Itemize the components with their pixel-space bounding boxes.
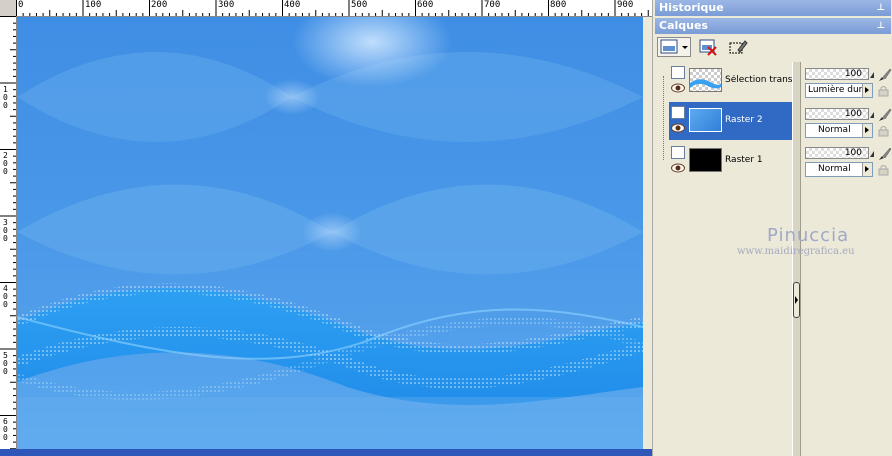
layer-name[interactable]: Raster 2 [725, 115, 793, 125]
raster-layer-icon [671, 66, 685, 79]
layer-thumbnail [689, 108, 722, 132]
canvas-bottom-edge [0, 449, 652, 456]
dropdown-arrow-icon[interactable] [862, 84, 872, 97]
layer-row-raster-1[interactable]: Raster 1 [669, 142, 793, 180]
ruler-label: 800 [550, 0, 567, 10]
blend-mode-value: Lumière dure [808, 85, 868, 95]
visibility-eye-icon[interactable] [671, 123, 685, 133]
layers-palette-title[interactable]: Calques ⊥ [655, 18, 891, 34]
edit-brush-icon[interactable] [876, 68, 892, 82]
ruler-top: 0 100 200 300 400 500 600 700 800 900 [16, 0, 652, 17]
layers-title-text: Calques [659, 19, 708, 32]
edit-brush-icon[interactable] [876, 108, 892, 122]
raster-layer-icon [671, 106, 685, 119]
visibility-eye-icon[interactable] [671, 163, 685, 173]
dropdown-arrow-icon[interactable] [862, 163, 872, 176]
ruler-digit: 0 [3, 300, 8, 309]
edit-brush-icon[interactable] [876, 147, 892, 161]
ruler-digit: 0 [3, 101, 8, 110]
visibility-eye-icon[interactable] [671, 83, 685, 93]
splitter-handle[interactable] [793, 282, 800, 318]
pin-icon[interactable]: ⊥ [877, 18, 885, 34]
ruler-digit: 0 [3, 167, 8, 176]
layer-thumbnail [689, 148, 722, 172]
canvas-scrollbar[interactable] [643, 17, 652, 449]
raster-layer-icon [671, 146, 685, 159]
lock-transparency-icon[interactable] [876, 125, 892, 137]
blend-mode-value: Normal [818, 164, 851, 174]
opacity-value: 100 [844, 69, 862, 79]
dropdown-arrow-icon[interactable] [862, 124, 872, 137]
layers-toolbar [655, 34, 891, 60]
layer-name[interactable]: Sélection transformée [725, 75, 793, 85]
opacity-slider[interactable]: 100 [805, 68, 869, 80]
ruler-label: 700 [484, 0, 501, 10]
ruler-label: 900 [617, 0, 634, 10]
lock-transparency-icon[interactable] [876, 164, 892, 176]
ruler-label: 300 [218, 0, 235, 10]
blend-mode-select[interactable]: Lumière dure [805, 83, 873, 98]
new-layer-icon [660, 39, 688, 54]
layer-row-raster-2[interactable]: Raster 2 [669, 102, 793, 140]
tree-connector [663, 76, 664, 160]
layer-name[interactable]: Raster 1 [725, 155, 793, 165]
ruler-digit: 0 [3, 367, 8, 376]
image-window: 0 100 200 300 400 500 600 700 800 900 1 … [0, 0, 652, 456]
new-layer-button[interactable] [657, 37, 691, 57]
layer-props-raster-1: 100 Normal [803, 145, 892, 183]
ruler-label: 500 [351, 0, 368, 10]
ruler-label: 400 [284, 0, 301, 10]
ruler-label: 600 [417, 0, 434, 10]
ruler-label: 100 [85, 0, 102, 10]
opacity-arrow-icon [870, 72, 874, 78]
ruler-corner [0, 0, 17, 17]
blend-mode-value: Normal [818, 125, 851, 135]
canvas-artwork [17, 17, 643, 449]
ruler-label: 0 [18, 0, 24, 10]
watermark-title: Pinuccia [767, 225, 850, 246]
ruler-digit: 0 [3, 234, 8, 243]
layer-props-raster-2: 100 Normal [803, 106, 892, 144]
opacity-arrow-icon [870, 151, 874, 157]
opacity-value: 100 [844, 109, 862, 119]
layer-row-selection[interactable]: Sélection transformée [669, 62, 793, 100]
image-canvas[interactable] [17, 17, 644, 449]
layers-splitter[interactable] [792, 62, 801, 456]
edit-selection-button[interactable] [727, 37, 749, 57]
lock-transparency-icon[interactable] [876, 85, 892, 97]
blend-mode-select[interactable]: Normal [805, 123, 873, 138]
delete-layer-icon [699, 39, 717, 56]
opacity-value: 100 [844, 148, 862, 158]
blend-mode-select[interactable]: Normal [805, 162, 873, 177]
history-palette-title[interactable]: Historique ⊥ [655, 0, 891, 16]
delete-layer-button[interactable] [697, 37, 719, 57]
layer-thumbnail [689, 68, 722, 92]
watermark-url: www.maidiregrafica.eu [737, 246, 855, 257]
opacity-slider[interactable]: 100 [805, 108, 869, 120]
opacity-arrow-icon [870, 112, 874, 118]
ruler-digit: 0 [3, 433, 8, 442]
layer-props-selection: 100 Lumière dure [803, 66, 892, 104]
layer-properties: 100 Lumière dure 100 Normal 100 Normal [803, 62, 892, 456]
palette-area: Historique ⊥ Calques ⊥ Sélection trans R… [652, 0, 892, 456]
opacity-slider[interactable]: 100 [805, 147, 869, 159]
pin-icon[interactable]: ⊥ [877, 0, 885, 16]
edit-selection-icon [729, 40, 748, 54]
ruler-label: 200 [151, 0, 168, 10]
ruler-left: 1 0 0 2 0 0 3 0 0 4 0 0 5 0 0 6 0 0 [0, 16, 17, 456]
history-title-text: Historique [659, 1, 724, 14]
layers-list: Sélection transformée Raster 2 Raster 1 [657, 62, 803, 456]
